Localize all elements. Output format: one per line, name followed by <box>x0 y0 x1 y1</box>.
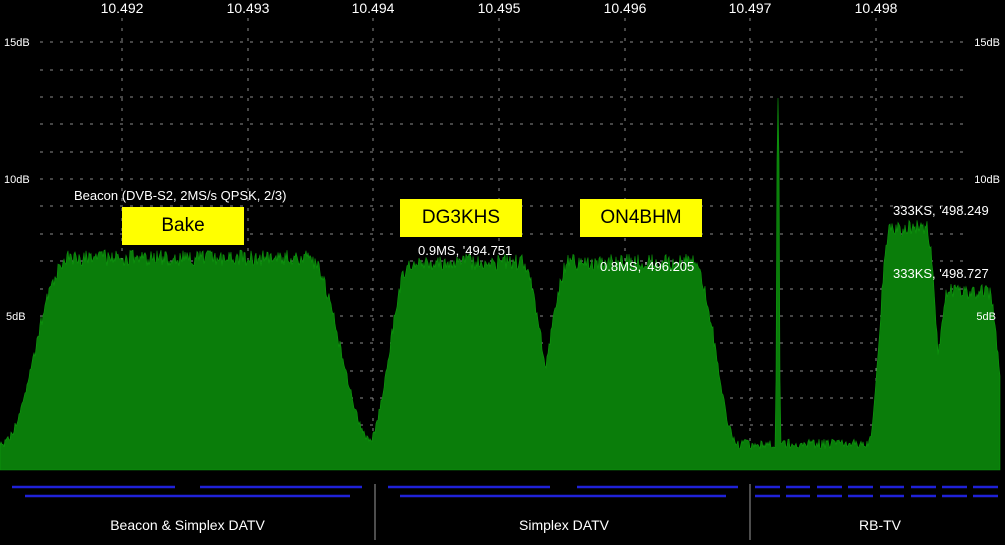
freq-tick-label: 10.494 <box>352 0 395 16</box>
rb-tv-signal-1-info: 333KS, '498.249 <box>893 203 989 218</box>
band-segment-simplex: Simplex DATV <box>519 517 609 533</box>
freq-tick-label: 10.497 <box>729 0 772 16</box>
freq-tick-label: 10.496 <box>604 0 647 16</box>
freq-tick-label: 10.498 <box>855 0 898 16</box>
band-plan-bars <box>12 485 998 498</box>
callsign-label-bake: Bake <box>122 207 244 245</box>
callsign-label-dg3khs: DG3KHS <box>400 199 522 237</box>
level-tick-label: 10dB <box>4 174 30 186</box>
level-tick-label: 5dB <box>976 311 996 323</box>
spectrum-plot: 10.492 10.493 10.494 10.495 10.496 10.49… <box>0 0 1001 540</box>
rb-tv-signal-2-info: 333KS, '498.727 <box>893 266 989 281</box>
freq-tick-label: 10.493 <box>227 0 270 16</box>
band-segment-beacon-simplex: Beacon & Simplex DATV <box>110 517 265 533</box>
level-tick-label: 15dB <box>4 37 30 49</box>
callsign-label-on4bhm: ON4BHM <box>580 199 702 237</box>
level-tick-label: 5dB <box>6 311 26 323</box>
level-tick-label: 15dB <box>974 37 1000 49</box>
band-segment-rb-tv: RB-TV <box>859 517 901 533</box>
spectrum-trace <box>0 97 1001 471</box>
beacon-description: Beacon (DVB-S2, 2MS/s QPSK, 2/3) <box>74 188 287 203</box>
freq-tick-label: 10.492 <box>101 0 144 16</box>
level-axis-left: 15dB 10dB 5dB <box>4 37 30 323</box>
spectrum-display: 10.492 10.493 10.494 10.495 10.496 10.49… <box>0 0 1005 545</box>
freq-tick-label: 10.495 <box>478 0 521 16</box>
level-tick-label: 10dB <box>974 174 1000 186</box>
on4bhm-signal-info: 0.8MS, '496.205 <box>600 259 695 274</box>
dg3khs-signal-info: 0.9MS, '494.751 <box>418 243 513 258</box>
frequency-axis: 10.492 10.493 10.494 10.495 10.496 10.49… <box>101 0 898 16</box>
